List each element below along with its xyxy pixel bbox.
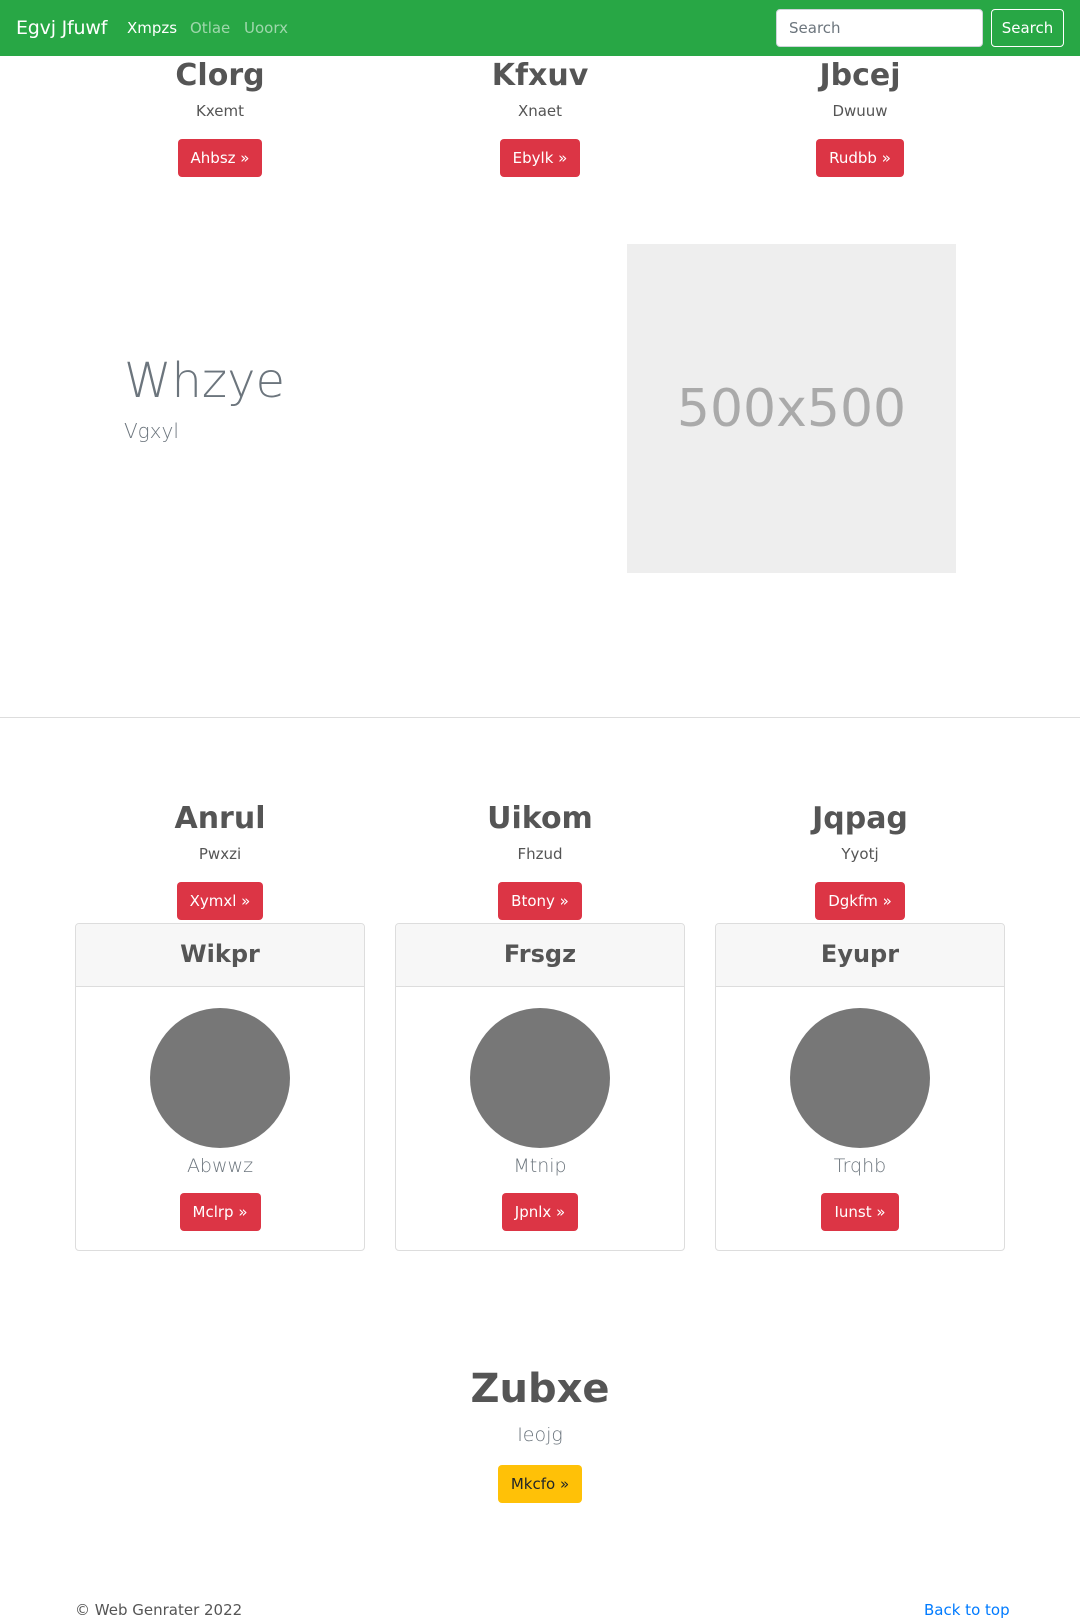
profile-card-1: Wikpr Abwwz Mclrp »: [75, 923, 365, 1251]
column-subtitle: Dwuuw: [832, 102, 888, 120]
column-button[interactable]: Rudbb »: [816, 139, 904, 177]
column-subtitle: Yyotj: [841, 845, 879, 863]
nav-link-otlae[interactable]: Otlae: [190, 0, 230, 56]
top-column-2: Kfxuv Xnaet Ebylk »: [380, 58, 700, 177]
card-text: Trqhb: [833, 1155, 887, 1177]
column-title: Anrul: [174, 801, 266, 836]
column-title: Uikom: [487, 801, 593, 836]
column-subtitle: Kxemt: [196, 102, 244, 120]
cta-button[interactable]: Mkcfo »: [497, 1465, 583, 1503]
mid-column-1: Anrul Pwxzi Xymxl »: [60, 801, 380, 920]
column-subtitle: Xnaet: [517, 102, 563, 120]
cta-subtitle: Ieojg: [517, 1424, 563, 1446]
card-button[interactable]: Mclrp »: [179, 1192, 261, 1231]
top-column-3: Jbcej Dwuuw Rudbb »: [700, 58, 1020, 177]
column-button[interactable]: Btony »: [498, 882, 582, 920]
column-button[interactable]: Ahbsz »: [177, 139, 263, 177]
section-divider: [0, 717, 1080, 718]
cta-button-wrapper: Mkcfo »: [0, 1465, 1080, 1503]
column-button[interactable]: Xymxl »: [176, 882, 264, 920]
nav-link-xmpzs[interactable]: Xmpzs: [127, 0, 177, 56]
profile-card-2: Frsgz Mtnip Jpnlx »: [395, 923, 685, 1251]
footer-copyright: © Web Genrater 2022: [75, 1601, 243, 1619]
column-title: Jbcej: [819, 58, 901, 93]
column-button[interactable]: Ebylk »: [499, 139, 581, 177]
avatar: [790, 1008, 930, 1148]
card-text: Abwwz: [186, 1155, 254, 1177]
column-subtitle: Fhzud: [517, 845, 563, 863]
hero-title: Whzye: [124, 353, 286, 409]
profile-card-3: Eyupr Trqhb Iunst »: [715, 923, 1005, 1251]
card-header: Eyupr: [716, 924, 1004, 987]
card-header: Wikpr: [76, 924, 364, 987]
card-button[interactable]: Jpnlx »: [501, 1192, 579, 1231]
image-placeholder-label: 500x500: [676, 378, 907, 439]
image-placeholder: 500x500: [627, 244, 956, 573]
navbar: Egvj Jfuwf Xmpzs Otlae Uoorx Search: [0, 0, 1080, 56]
cta-title: Zubxe: [470, 1366, 610, 1412]
top-column-1: Clorg Kxemt Ahbsz »: [60, 58, 380, 177]
column-button[interactable]: Dgkfm »: [815, 882, 905, 920]
column-title: Clorg: [175, 58, 265, 93]
back-to-top-link[interactable]: Back to top: [924, 1601, 1010, 1619]
column-title: Jqpag: [812, 801, 908, 836]
avatar: [470, 1008, 610, 1148]
nav-link-uoorx[interactable]: Uoorx: [244, 0, 288, 56]
search-input[interactable]: [776, 9, 983, 47]
card-text: Mtnip: [513, 1155, 567, 1177]
hero-subtitle: Vgxyl: [124, 419, 179, 443]
card-header: Frsgz: [396, 924, 684, 987]
search-button[interactable]: Search: [991, 9, 1064, 47]
column-subtitle: Pwxzi: [198, 845, 242, 863]
card-button[interactable]: Iunst »: [821, 1192, 899, 1231]
mid-column-3: Jqpag Yyotj Dgkfm »: [700, 801, 1020, 920]
avatar: [150, 1008, 290, 1148]
mid-column-2: Uikom Fhzud Btony »: [380, 801, 700, 920]
navbar-brand[interactable]: Egvj Jfuwf: [16, 0, 107, 56]
column-title: Kfxuv: [491, 58, 589, 93]
